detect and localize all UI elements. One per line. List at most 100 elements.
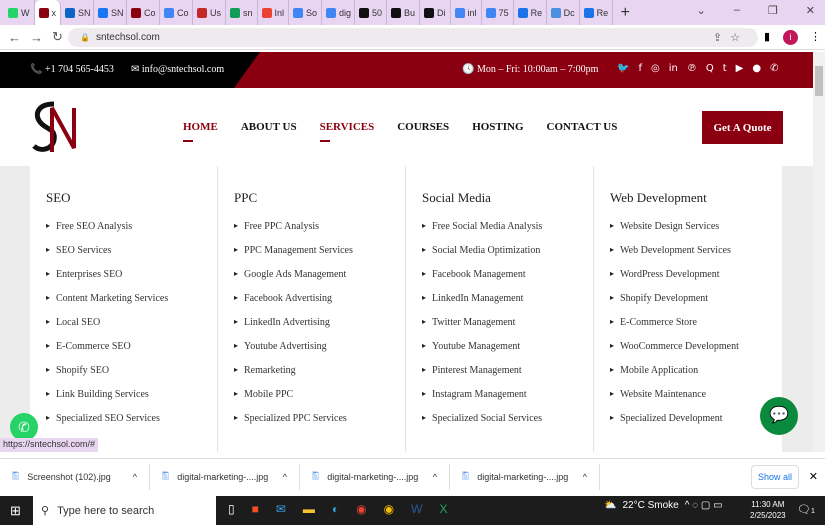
service-link[interactable]: Youtube Advertising [234, 341, 405, 365]
service-link[interactable]: Web Development Services [610, 245, 782, 269]
service-link[interactable]: Facebook Advertising [234, 293, 405, 317]
page-scrollbar[interactable] [813, 52, 825, 452]
browser-tab[interactable]: Dc [547, 0, 580, 25]
email-link[interactable]: ✉ info@sntechsol.com [131, 64, 224, 75]
browser-tab[interactable]: Re [580, 0, 613, 25]
service-link[interactable]: WordPress Development [610, 269, 782, 293]
sn-logo[interactable] [30, 100, 80, 156]
service-link[interactable]: Specialized PPC Services [234, 413, 405, 437]
taskbar-search[interactable]: ⚲ Type here to search [33, 496, 216, 525]
browser-tab[interactable]: 50 [355, 0, 388, 25]
service-link[interactable]: Twitter Management [422, 317, 593, 341]
service-link[interactable]: Content Marketing Services [46, 293, 217, 317]
service-link[interactable]: Google Ads Management [234, 269, 405, 293]
show-all-button[interactable]: Show all [751, 465, 799, 489]
edge-icon[interactable]: ◐ [332, 502, 339, 516]
tab-search-icon[interactable]: ⌄ [697, 4, 706, 17]
browser-tab[interactable]: SN [94, 0, 127, 25]
weather-text[interactable]: 22°C Smoke [622, 500, 678, 511]
service-link[interactable]: Free PPC Analysis [234, 221, 405, 245]
browser-tab[interactable]: Bu [387, 0, 421, 25]
service-link[interactable]: SEO Services [46, 245, 217, 269]
service-link[interactable]: E-Commerce Store [610, 317, 782, 341]
service-link[interactable]: Local SEO [46, 317, 217, 341]
url-input[interactable]: 🔒 sntechsol.com ⇪☆ [68, 28, 758, 47]
restore-button[interactable]: ❐ [768, 4, 778, 17]
nav-home[interactable]: HOME [183, 121, 218, 142]
browser-tab[interactable]: 75 [482, 0, 514, 25]
close-downloads-icon[interactable]: ✕ [809, 470, 818, 483]
service-link[interactable]: Free Social Media Analysis [422, 221, 593, 245]
windows-start-icon[interactable]: ⊞ [10, 503, 21, 519]
pinterest-icon[interactable]: ℗ [687, 63, 697, 74]
service-link[interactable]: Facebook Management [422, 269, 593, 293]
word-icon[interactable]: W [411, 502, 422, 516]
browser-tab[interactable]: So [289, 0, 323, 25]
quora-icon[interactable]: Q [706, 63, 714, 74]
forward-icon[interactable]: → [30, 30, 44, 45]
service-link[interactable]: Pinterest Management [422, 365, 593, 389]
browser-tab[interactable]: sn [226, 0, 258, 25]
chevron-up-icon[interactable]: ^ [583, 472, 587, 482]
nav-about-us[interactable]: ABOUT US [241, 121, 297, 133]
service-link[interactable]: Specialized Social Services [422, 413, 593, 437]
service-link[interactable]: WooCommerce Development [610, 341, 782, 365]
browser-tab[interactable]: Co [160, 0, 193, 25]
store-icon[interactable]: ■ [252, 502, 259, 516]
service-link[interactable]: Free SEO Analysis [46, 221, 217, 245]
phone-link[interactable]: 📞 +1 704 565-4453 [30, 64, 114, 75]
youtube-icon[interactable]: ▶ [736, 63, 744, 74]
browser-tab[interactable]: Co [127, 0, 160, 25]
browser-tab[interactable]: SN [61, 0, 94, 25]
excel-icon[interactable]: X [439, 502, 447, 516]
browser-tab[interactable]: Inl [258, 0, 290, 25]
service-link[interactable]: LinkedIn Management [422, 293, 593, 317]
service-link[interactable]: E-Commerce SEO [46, 341, 217, 365]
nav-contact-us[interactable]: CONTACT US [547, 121, 618, 133]
browser-tab[interactable]: Di [420, 0, 451, 25]
service-link[interactable]: Youtube Management [422, 341, 593, 365]
sidebar-icon[interactable]: ▮ [764, 30, 770, 43]
chrome-profile-icon[interactable]: ◉ [384, 502, 394, 516]
download-item[interactable]: 🖺 digital-marketing-....jpg ^ [300, 463, 450, 490]
notifications-icon[interactable]: 🗨1 [797, 503, 815, 516]
download-item[interactable]: 🖺 digital-marketing-....jpg ^ [150, 463, 300, 490]
service-link[interactable]: Shopify SEO [46, 365, 217, 389]
twitter-icon[interactable]: 🐦 [617, 63, 629, 74]
service-link[interactable]: Website Maintenance [610, 389, 782, 413]
download-item[interactable]: 🖺 Screenshot (102).jpg ^ [0, 463, 150, 490]
reddit-icon[interactable]: ● [752, 63, 761, 74]
profile-avatar[interactable]: i [783, 30, 798, 45]
service-link[interactable]: Specialized Development [610, 413, 782, 437]
service-link[interactable]: Mobile Application [610, 365, 782, 389]
chevron-up-icon[interactable]: ^ [283, 472, 287, 482]
browser-tab[interactable]: dig [322, 0, 356, 25]
task-view-icon[interactable]: ▯ [228, 502, 235, 516]
service-link[interactable]: PPC Management Services [234, 245, 405, 269]
whatsapp-icon[interactable]: ✆ [770, 63, 778, 74]
service-link[interactable]: Enterprises SEO [46, 269, 217, 293]
tumblr-icon[interactable]: t [723, 63, 727, 74]
service-link[interactable]: LinkedIn Advertising [234, 317, 405, 341]
browser-tab[interactable]: Us [193, 0, 226, 25]
service-link[interactable]: Website Design Services [610, 221, 782, 245]
menu-icon[interactable]: ⋮ [810, 30, 821, 43]
service-link[interactable]: Shopify Development [610, 293, 782, 317]
get-quote-button[interactable]: Get A Quote [702, 111, 783, 144]
whatsapp-float-button[interactable]: ✆ [10, 413, 38, 441]
browser-tab[interactable]: W [4, 0, 35, 25]
new-tab-button[interactable]: + [621, 4, 630, 22]
nav-hosting[interactable]: HOSTING [472, 121, 523, 133]
service-link[interactable]: Specialized SEO Services [46, 413, 217, 437]
chrome-icon[interactable]: ◉ [356, 502, 366, 516]
share-star-icons[interactable]: ⇪☆ [713, 31, 748, 44]
reload-icon[interactable]: ↻ [52, 29, 66, 45]
file-explorer-icon[interactable]: ▬ [303, 502, 315, 516]
browser-tab[interactable]: Re [514, 0, 547, 25]
instagram-icon[interactable]: ◎ [651, 63, 660, 74]
service-link[interactable]: Link Building Services [46, 389, 217, 413]
chevron-up-icon[interactable]: ^ [433, 472, 437, 482]
browser-tab[interactable]: inl [451, 0, 482, 25]
chevron-up-icon[interactable]: ^ [133, 472, 137, 482]
close-window-button[interactable]: ✕ [806, 4, 815, 17]
